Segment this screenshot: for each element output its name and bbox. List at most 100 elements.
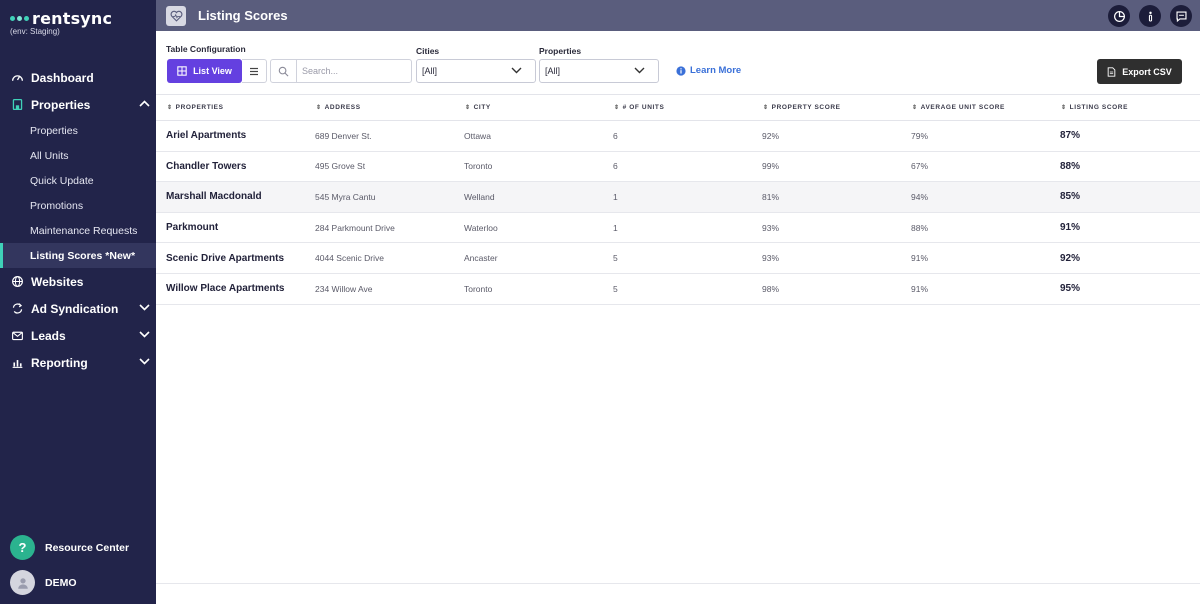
table-configuration-label: Table Configuration: [166, 44, 246, 54]
cities-select[interactable]: [All]: [416, 59, 536, 83]
brand-name: rentsync: [32, 9, 113, 28]
nav-reporting[interactable]: Reporting: [0, 349, 156, 376]
nav-properties[interactable]: Properties: [0, 91, 156, 118]
cell-address: 495 Grove St: [305, 151, 454, 183]
chevron-down-icon[interactable]: [132, 357, 156, 368]
list-view-label: List View: [193, 66, 232, 76]
cell-property-score: 93%: [752, 212, 901, 244]
nav-leads[interactable]: Leads: [0, 322, 156, 349]
file-icon: [1107, 66, 1116, 77]
nav-dashboard[interactable]: Dashboard: [0, 64, 156, 91]
cell-units: 5: [603, 273, 752, 305]
cell-property-name[interactable]: Willow Place Apartments: [156, 273, 305, 305]
sort-icon: ⇕: [167, 105, 173, 111]
cell-units: 1: [603, 212, 752, 244]
brand-logo[interactable]: rentsync: [10, 9, 112, 28]
top-actions: [1108, 5, 1192, 27]
cell-property-name[interactable]: Ariel Apartments: [156, 120, 305, 152]
cell-address: 234 Willow Ave: [305, 273, 454, 305]
pie-chart-icon: [1113, 10, 1125, 22]
cell-units: 6: [603, 120, 752, 152]
column-header-properties[interactable]: ⇕ PROPERTIES: [156, 94, 305, 121]
building-icon: [10, 98, 24, 112]
cell-address: 4044 Scenic Drive: [305, 242, 454, 274]
chevron-down-icon: [634, 66, 645, 76]
table-row[interactable]: Chandler Towers 495 Grove St Toronto 6 9…: [156, 151, 1200, 183]
sub-item-all-units[interactable]: All Units: [0, 143, 156, 168]
nav-websites[interactable]: Websites: [0, 268, 156, 295]
resource-center-label: Resource Center: [45, 541, 130, 554]
sub-item-promotions[interactable]: Promotions: [0, 193, 156, 218]
topbar: Listing Scores: [156, 0, 1200, 31]
sort-icon: ⇕: [912, 105, 918, 111]
column-header-listing-score[interactable]: ⇕ LISTING SCORE: [1050, 94, 1200, 121]
globe-icon: [10, 275, 24, 289]
cell-property-name[interactable]: Marshall Macdonald: [156, 181, 305, 213]
column-header-property-score[interactable]: ⇕ PROPERTY SCORE: [752, 94, 901, 121]
info-circle-icon: [676, 65, 686, 76]
speedometer-icon: [10, 71, 24, 85]
column-header-units[interactable]: ⇕ # OF UNITS: [603, 94, 752, 121]
chevron-up-icon[interactable]: [132, 99, 156, 110]
table-row[interactable]: Ariel Apartments 689 Denver St. Ottawa 6…: [156, 120, 1200, 152]
resource-center[interactable]: ? Resource Center: [10, 535, 129, 560]
info-button[interactable]: [1139, 5, 1161, 27]
cell-average-unit-score: 67%: [901, 151, 1050, 183]
chevron-down-icon[interactable]: [132, 330, 156, 341]
cell-average-unit-score: 88%: [901, 212, 1050, 244]
sub-item-listing-scores[interactable]: Listing Scores *New*: [0, 243, 156, 268]
sort-icon: ⇕: [763, 105, 769, 111]
pie-chart-button[interactable]: [1108, 5, 1130, 27]
chat-button[interactable]: [1170, 5, 1192, 27]
chevron-down-icon: [511, 66, 522, 76]
column-menu-button[interactable]: [242, 59, 267, 83]
nav-websites-label: Websites: [31, 274, 84, 289]
nav-ad-syndication[interactable]: Ad Syndication: [0, 295, 156, 322]
cell-property-name[interactable]: Parkmount: [156, 212, 305, 244]
info-icon: [1148, 11, 1152, 21]
table-row[interactable]: Scenic Drive Apartments 4044 Scenic Driv…: [156, 242, 1200, 274]
sub-item-maintenance-requests[interactable]: Maintenance Requests: [0, 218, 156, 243]
rentsync-logo-icon: [10, 16, 29, 21]
avatar-icon: [10, 570, 35, 595]
table-controls: Table Configuration List View Cities [Al…: [156, 31, 1200, 94]
cell-property-name[interactable]: Scenic Drive Apartments: [156, 242, 305, 274]
hamburger-icon: [250, 67, 258, 75]
column-header-address[interactable]: ⇕ ADDRESS: [305, 94, 454, 121]
cell-average-unit-score: 94%: [901, 181, 1050, 213]
list-view-button[interactable]: List View: [167, 59, 242, 83]
heart-pulse-icon: [166, 5, 186, 26]
learn-more-link[interactable]: Learn More: [676, 65, 741, 76]
nav-ad-syndication-label: Ad Syndication: [31, 301, 119, 316]
table-header-row: ⇕ PROPERTIES ⇕ ADDRESS ⇕ CITY ⇕ # OF UNITS ⇕…: [156, 94, 1200, 121]
sub-item-quick-update[interactable]: Quick Update: [0, 168, 156, 193]
listing-scores-table: ⇕ PROPERTIES ⇕ ADDRESS ⇕ CITY ⇕ # OF UNITS ⇕…: [156, 94, 1200, 305]
sort-icon: ⇕: [465, 105, 471, 111]
cell-city: Waterloo: [454, 212, 603, 244]
table-row[interactable]: Marshall Macdonald 545 Myra Cantu Wellan…: [156, 181, 1200, 213]
cell-units: 1: [603, 181, 752, 213]
chevron-down-icon[interactable]: [132, 303, 156, 314]
column-header-average-unit-score[interactable]: ⇕ AVERAGE UNIT SCORE: [901, 94, 1050, 121]
sort-icon: ⇕: [614, 105, 620, 111]
grid-icon: [177, 66, 187, 76]
search-input[interactable]: [296, 59, 412, 83]
cell-property-name[interactable]: Chandler Towers: [156, 151, 305, 183]
export-csv-label: Export CSV: [1122, 66, 1172, 77]
export-csv-button[interactable]: Export CSV: [1097, 59, 1182, 84]
cell-listing-score: 88%: [1050, 151, 1200, 183]
properties-select[interactable]: [All]: [539, 59, 659, 83]
table-row[interactable]: Willow Place Apartments 234 Willow Ave T…: [156, 273, 1200, 305]
column-header-city[interactable]: ⇕ CITY: [454, 94, 603, 121]
table-row[interactable]: Parkmount 284 Parkmount Drive Waterloo 1…: [156, 212, 1200, 244]
nav-properties-label: Properties: [31, 97, 91, 112]
cell-address: 689 Denver St.: [305, 120, 454, 152]
sidebar: rentsync (env: Staging) Dashboard Proper…: [0, 0, 156, 604]
sort-icon: ⇕: [1061, 105, 1067, 111]
cell-city: Welland: [454, 181, 603, 213]
main-nav: Dashboard Properties Properties All Unit…: [0, 64, 156, 376]
sub-item-properties[interactable]: Properties: [0, 118, 156, 143]
user-menu[interactable]: DEMO: [10, 570, 77, 595]
bar-chart-icon: [10, 356, 24, 370]
user-name: DEMO: [45, 576, 77, 589]
